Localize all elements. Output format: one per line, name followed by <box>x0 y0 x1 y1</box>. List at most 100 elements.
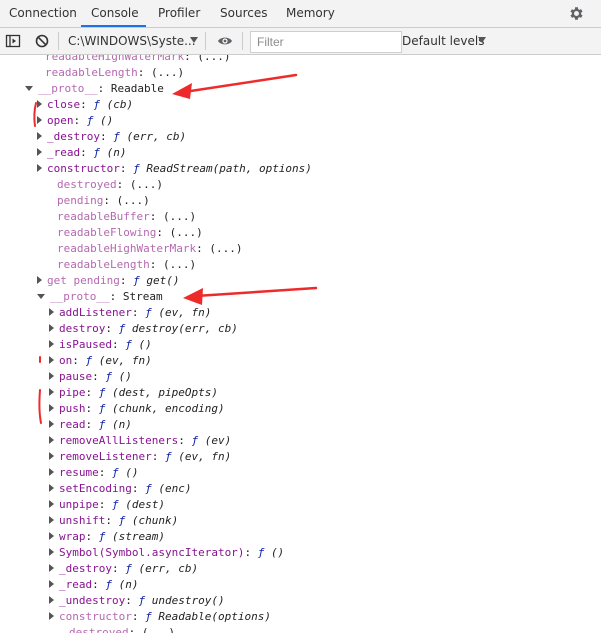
console-property-row[interactable]: _destroy: ƒ (err, cb) <box>37 129 186 145</box>
console-property-row[interactable]: constructor: ƒ Readable(options) <box>49 609 271 625</box>
console-property-row[interactable]: _undestroy: ƒ undestroy() <box>49 593 225 609</box>
function-marker-icon: ƒ <box>85 354 99 367</box>
expanded-triangle-icon[interactable] <box>37 294 45 299</box>
function-marker-icon: ƒ <box>98 530 112 543</box>
getter-value[interactable]: (...) <box>163 210 196 223</box>
collapsed-triangle-icon[interactable] <box>49 308 54 316</box>
getter-value[interactable]: (...) <box>117 194 150 207</box>
clear-console-icon[interactable] <box>34 33 50 49</box>
console-property-row[interactable]: close: ƒ (cb) <box>37 97 133 113</box>
console-property-row[interactable]: Symbol(Symbol.asyncIterator): ƒ () <box>49 545 284 561</box>
function-marker-icon: ƒ <box>118 322 132 335</box>
collapsed-triangle-icon[interactable] <box>49 564 54 572</box>
console-property-row[interactable]: addListener: ƒ (ev, fn) <box>49 305 211 321</box>
console-property-row[interactable]: removeListener: ƒ (ev, fn) <box>49 449 231 465</box>
collapsed-triangle-icon[interactable] <box>49 356 54 364</box>
key-separator: : <box>137 66 151 79</box>
show-sidebar-icon[interactable] <box>5 33 21 49</box>
console-property-row[interactable]: push: ƒ (chunk, encoding) <box>49 401 225 417</box>
console-property-row[interactable]: on: ƒ (ev, fn) <box>49 353 152 369</box>
console-property-row[interactable]: _read: ƒ (n) <box>37 145 127 161</box>
console-property-row[interactable]: setEncoding: ƒ (enc) <box>49 481 191 497</box>
live-expression-eye-icon[interactable] <box>217 33 233 49</box>
console-property-row[interactable]: resume: ƒ () <box>49 465 139 481</box>
console-property-row[interactable]: isPaused: ƒ () <box>49 337 152 353</box>
collapsed-triangle-icon[interactable] <box>49 324 54 332</box>
context-selector[interactable]: C:\WINDOWS\Syste... <box>68 28 196 54</box>
collapsed-triangle-icon[interactable] <box>49 340 54 348</box>
settings-gear-icon[interactable] <box>568 5 585 22</box>
tab-sources[interactable]: Sources <box>220 0 267 27</box>
key-separator: : <box>131 306 146 319</box>
console-property-row[interactable]: __proto__: Readable <box>25 81 164 97</box>
collapsed-triangle-icon[interactable] <box>49 452 54 460</box>
getter-value[interactable]: (...) <box>151 66 184 79</box>
tab-profiler[interactable]: Profiler <box>158 0 200 27</box>
property-key: removeListener <box>59 450 152 463</box>
collapsed-triangle-icon[interactable] <box>37 276 42 284</box>
collapsed-triangle-icon[interactable] <box>49 388 54 396</box>
function-marker-icon: ƒ <box>145 482 159 495</box>
key-separator: : <box>85 402 99 415</box>
function-signature: (dest, pipeOpts) <box>112 386 218 399</box>
levels-dropdown-arrow-icon[interactable] <box>478 37 486 43</box>
collapsed-triangle-icon[interactable] <box>49 372 54 380</box>
annotation-arrow-stream <box>194 286 318 298</box>
console-property-row[interactable]: constructor: ƒ ReadStream(path, options) <box>37 161 312 177</box>
property-key: _destroy <box>59 562 112 575</box>
collapsed-triangle-icon[interactable] <box>37 132 42 140</box>
collapsed-triangle-icon[interactable] <box>49 420 54 428</box>
console-property-row[interactable]: get pending: ƒ get() <box>37 273 179 289</box>
console-property-row[interactable]: read: ƒ (n) <box>49 417 132 433</box>
tab-connection[interactable]: Connection <box>9 0 77 27</box>
collapsed-triangle-icon[interactable] <box>49 580 54 588</box>
collapsed-triangle-icon[interactable] <box>49 596 54 604</box>
console-property-row: readableBuffer: (...) <box>57 209 196 225</box>
console-property-row[interactable]: pause: ƒ () <box>49 369 132 385</box>
collapsed-triangle-icon[interactable] <box>49 500 54 508</box>
function-signature: undestroy() <box>151 594 225 607</box>
getter-value[interactable]: (...) <box>209 242 242 255</box>
function-signature: (ev, fn) <box>178 450 232 463</box>
collapsed-triangle-icon[interactable] <box>49 484 54 492</box>
console-property-row[interactable]: unshift: ƒ (chunk) <box>49 513 178 529</box>
getter-value[interactable]: (...) <box>197 55 230 63</box>
function-marker-icon: ƒ <box>86 114 100 127</box>
context-dropdown-arrow-icon[interactable] <box>190 37 198 43</box>
console-property-row[interactable]: destroy: ƒ destroy(err, cb) <box>49 321 238 337</box>
console-output: readableHighWaterMark: (...) readableLeng… <box>0 55 601 633</box>
collapsed-triangle-icon[interactable] <box>49 436 54 444</box>
toolbar-separator <box>242 32 243 50</box>
collapsed-triangle-icon[interactable] <box>37 100 42 108</box>
collapsed-triangle-icon[interactable] <box>49 468 54 476</box>
getter-value[interactable]: (...) <box>130 178 163 191</box>
filter-input[interactable] <box>250 31 402 53</box>
expanded-triangle-icon[interactable] <box>25 86 33 91</box>
collapsed-triangle-icon[interactable] <box>49 612 54 620</box>
tab-console[interactable]: Console <box>91 0 139 27</box>
collapsed-triangle-icon[interactable] <box>37 148 42 156</box>
property-key: pipe <box>59 386 86 399</box>
console-property-row[interactable]: open: ƒ () <box>37 113 113 129</box>
getter-value[interactable]: (...) <box>142 626 175 633</box>
function-signature: destroy(err, cb) <box>131 322 238 335</box>
console-property-row[interactable]: __proto__: Stream <box>37 289 163 305</box>
console-property-row[interactable]: _read: ƒ (n) <box>49 577 139 593</box>
console-property-row[interactable]: pipe: ƒ (dest, pipeOpts) <box>49 385 218 401</box>
collapsed-triangle-icon[interactable] <box>49 516 54 524</box>
console-property-row[interactable]: wrap: ƒ (stream) <box>49 529 165 545</box>
console-property-row[interactable]: unpipe: ƒ (dest) <box>49 497 165 513</box>
console-property-row[interactable]: removeAllListeners: ƒ (ev) <box>49 433 231 449</box>
log-levels-dropdown[interactable]: Default levels <box>402 28 484 54</box>
collapsed-triangle-icon[interactable] <box>37 116 42 124</box>
collapsed-triangle-icon[interactable] <box>49 404 54 412</box>
tab-memory[interactable]: Memory <box>286 0 335 27</box>
collapsed-triangle-icon[interactable] <box>49 548 54 556</box>
getter-value[interactable]: (...) <box>163 258 196 271</box>
console-property-row[interactable]: _destroy: ƒ (err, cb) <box>49 561 198 577</box>
property-key: readableLength <box>57 258 150 271</box>
getter-value[interactable]: (...) <box>170 226 203 239</box>
collapsed-triangle-icon[interactable] <box>37 164 42 172</box>
collapsed-triangle-icon[interactable] <box>49 532 54 540</box>
property-key: resume <box>59 466 99 479</box>
